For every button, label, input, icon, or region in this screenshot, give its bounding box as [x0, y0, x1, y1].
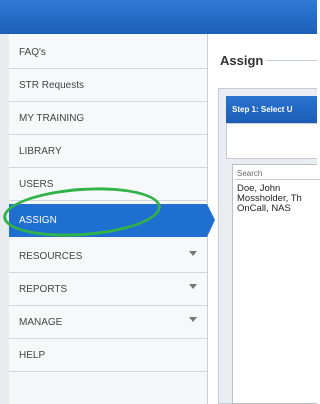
sidebar-item-users[interactable]: USERS [9, 168, 207, 201]
sidebar-item-reports[interactable]: REPORTS [9, 273, 207, 306]
page-title: Assign [220, 53, 264, 68]
chevron-down-icon[interactable] [189, 284, 197, 289]
sidebar-item-label: STR Requests [19, 79, 85, 91]
sidebar-item-library[interactable]: LIBRARY [9, 135, 207, 168]
sidebar-item-label: RESOURCES [19, 250, 83, 262]
sidebar-item-label: LIBRARY [19, 145, 62, 157]
chevron-down-icon[interactable] [189, 251, 197, 256]
sidebar-item-help[interactable]: HELP [9, 339, 207, 372]
step-header[interactable]: Step 1: Select U [226, 96, 317, 123]
top-header-bar [0, 0, 317, 34]
sidebar-item-assign[interactable]: ASSIGN [9, 204, 215, 237]
step-subpanel [226, 123, 317, 159]
sidebar-nav: FAQ's STR Requests MY TRAINING LIBRARY U… [9, 34, 215, 404]
sidebar-item-label: MY TRAINING [19, 112, 85, 124]
sidebar-item-resources[interactable]: RESOURCES [9, 240, 207, 273]
left-edge-strip [0, 34, 9, 404]
sidebar-item-faqs[interactable]: FAQ's [9, 36, 207, 69]
sidebar-item-my-training[interactable]: MY TRAINING [9, 102, 207, 135]
sidebar-item-str-requests[interactable]: STR Requests [9, 69, 207, 102]
user-list: Doe, John Mossholder, Th OnCall, NAS [237, 184, 302, 214]
sidebar-item-label: FAQ's [19, 46, 46, 58]
sidebar-item-manage[interactable]: MANAGE [9, 306, 207, 339]
sidebar-item-label: MANAGE [19, 316, 63, 328]
sidebar-item-label: USERS [19, 178, 54, 190]
sidebar-item-label: HELP [19, 349, 46, 361]
sidebar-item-label: ASSIGN [19, 215, 57, 226]
list-item[interactable]: OnCall, NAS [237, 204, 302, 214]
sidebar-item-label: REPORTS [19, 283, 68, 295]
title-divider [266, 60, 317, 61]
chevron-down-icon[interactable] [189, 317, 197, 322]
search-input[interactable] [235, 167, 320, 180]
